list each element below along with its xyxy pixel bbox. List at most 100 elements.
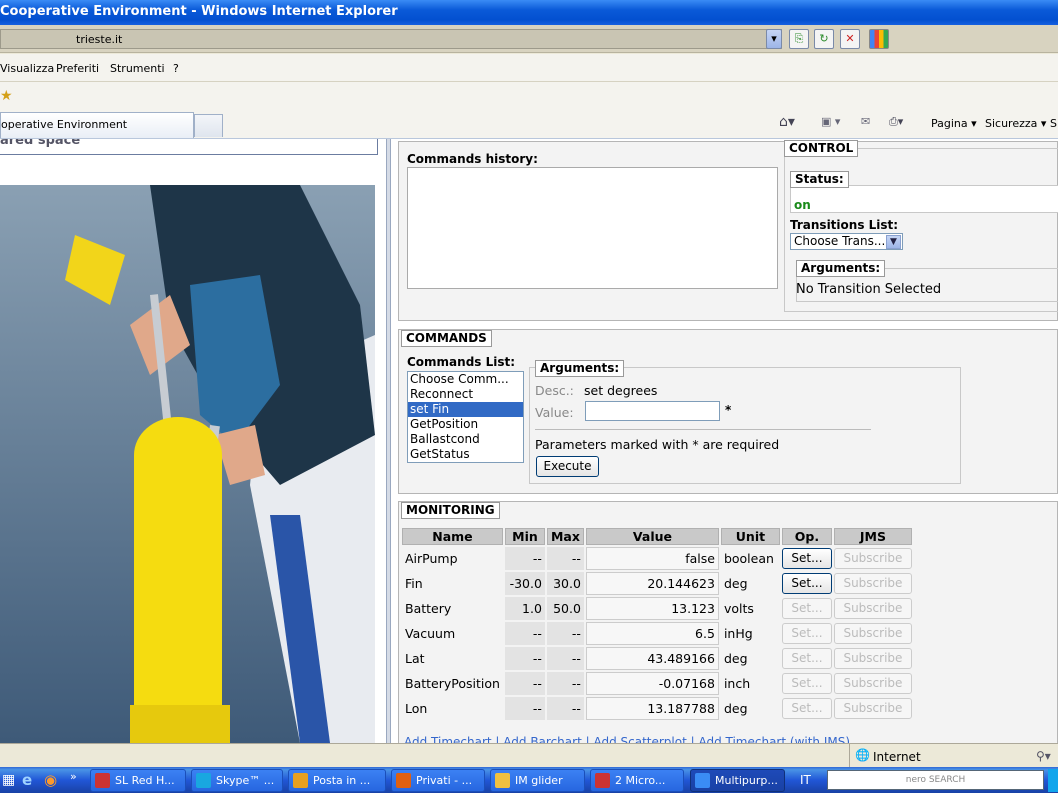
commands-history-box[interactable] xyxy=(407,167,778,289)
subscribe-button[interactable]: Subscribe xyxy=(833,673,912,694)
set-button[interactable]: Set... xyxy=(781,598,832,619)
subscribe-button[interactable]: Subscribe xyxy=(833,623,912,644)
value-input[interactable] xyxy=(585,401,720,421)
quicklaunch-ie-icon[interactable]: e xyxy=(22,771,32,789)
google-search-icon[interactable] xyxy=(869,29,889,49)
print-icon[interactable]: ⎙▾ xyxy=(889,115,903,129)
taskbar-item-label: Multipurp... xyxy=(715,774,778,787)
new-tab-button[interactable] xyxy=(194,114,223,137)
command-option[interactable]: GetPosition xyxy=(408,417,523,432)
taskbar-app-icon xyxy=(196,773,211,788)
compatibility-icon[interactable]: ⎘ xyxy=(789,29,809,49)
internet-zone-icon: 🌐 xyxy=(855,748,870,762)
subscribe-button[interactable]: Subscribe xyxy=(833,598,912,619)
taskbar-item[interactable]: Posta in ... xyxy=(288,769,386,792)
status-bar: 🌐 Internet ⚲▾ xyxy=(0,743,1058,768)
subscribe-button[interactable]: Subscribe xyxy=(833,573,912,594)
row-unit: deg xyxy=(723,701,748,716)
row-name: Lon xyxy=(405,701,428,716)
menu-visualizza[interactable]: Visualizza xyxy=(0,62,54,75)
command-option[interactable]: GetStatus xyxy=(408,447,523,462)
quicklaunch-more-icon[interactable]: » xyxy=(70,770,77,783)
vertical-splitter[interactable] xyxy=(386,139,391,743)
taskbar-item[interactable]: Privati - ... xyxy=(391,769,485,792)
command-option[interactable]: Choose Comm... xyxy=(408,372,523,387)
top-panel: Commands history: CONTROL Status: on Tra… xyxy=(398,140,1058,321)
internet-zone-label: Internet xyxy=(873,750,921,764)
set-button[interactable]: Set... xyxy=(781,648,832,669)
address-dropdown-icon[interactable]: ▾ xyxy=(766,29,782,49)
system-tray xyxy=(1048,769,1058,792)
set-button[interactable]: Set... xyxy=(781,673,832,694)
monitoring-row-lon: Lon -- -- 13.187788 deg Set... Subscribe xyxy=(402,697,912,720)
zoom-icon[interactable]: ⚲▾ xyxy=(1036,749,1051,763)
language-indicator[interactable]: IT xyxy=(800,773,811,787)
quicklaunch-desktop-icon[interactable]: ▦ xyxy=(2,772,15,788)
address-bar: trieste.it ▾ ⎘ ↻ ✕ xyxy=(0,25,1058,53)
refresh-icon[interactable]: ↻ xyxy=(814,29,834,49)
command-option[interactable]: Ballastcond xyxy=(408,432,523,447)
mail-icon[interactable]: ✉ xyxy=(861,115,870,128)
command-option-selected[interactable]: set Fin xyxy=(408,402,523,417)
set-button[interactable]: Set... xyxy=(781,573,832,594)
commands-list[interactable]: Choose Comm... Reconnect set Fin GetPosi… xyxy=(407,371,524,463)
row-name: BatteryPosition xyxy=(405,676,500,691)
security-menu[interactable]: Sicurezza ▾ xyxy=(985,117,1046,130)
monitoring-legend: MONITORING xyxy=(401,502,500,519)
menu-preferiti[interactable]: Preferiti xyxy=(56,62,99,75)
taskbar-item[interactable]: SL Red H... xyxy=(90,769,186,792)
set-button[interactable]: Set... xyxy=(781,548,832,569)
row-jms-cell: Subscribe xyxy=(833,697,912,720)
taskbar-item[interactable]: Multipurp... xyxy=(690,769,785,792)
home-icon[interactable]: ⌂▾ xyxy=(779,114,795,130)
window-title: Cooperative Environment - Windows Intern… xyxy=(0,0,1058,25)
row-op-cell: Set... xyxy=(781,622,832,645)
row-name: Lat xyxy=(405,651,425,666)
set-button[interactable]: Set... xyxy=(781,698,832,719)
subscribe-button[interactable]: Subscribe xyxy=(833,648,912,669)
security-menu-label: Sicurezza xyxy=(985,117,1038,130)
taskbar-app-icon xyxy=(495,773,510,788)
shared-space-header: ared space xyxy=(0,139,378,155)
row-value: 13.123 xyxy=(585,597,719,620)
commands-legend: COMMANDS xyxy=(401,330,492,347)
required-note: Parameters marked with * are required xyxy=(535,437,780,452)
command-option[interactable]: Reconnect xyxy=(408,387,523,402)
stop-icon[interactable]: ✕ xyxy=(840,29,860,49)
address-field[interactable]: trieste.it xyxy=(0,29,782,49)
taskbar-item-label: Privati - ... xyxy=(416,774,473,787)
row-value: 13.187788 xyxy=(585,697,719,720)
tab-cooperative-environment[interactable]: operative Environment xyxy=(0,112,194,138)
more-menu[interactable]: S xyxy=(1050,117,1057,130)
commands-list-label: Commands List: xyxy=(407,355,516,369)
favorites-star-icon[interactable]: ★ xyxy=(0,88,13,104)
taskbar-item[interactable]: IM glider xyxy=(490,769,585,792)
page-menu[interactable]: Pagina ▾ xyxy=(931,117,977,130)
nero-search-box[interactable]: nero SEARCH xyxy=(827,770,1044,790)
row-unit: deg xyxy=(723,576,748,591)
set-button[interactable]: Set... xyxy=(781,623,832,644)
desc-label: Desc.: xyxy=(535,383,574,398)
status-divider xyxy=(849,744,850,768)
command-arguments-legend: Arguments: xyxy=(535,360,625,377)
menu-help[interactable]: ? xyxy=(173,62,179,75)
row-value: false xyxy=(585,547,719,570)
taskbar-item[interactable]: Skype™ ... xyxy=(191,769,283,792)
control-arguments-legend: Arguments: xyxy=(796,260,886,277)
row-min: 1.0 xyxy=(504,597,545,620)
row-unit: boolean xyxy=(723,551,774,566)
row-jms-cell: Subscribe xyxy=(833,597,912,620)
feeds-icon[interactable]: ▣ ▾ xyxy=(821,115,840,128)
col-name: Name xyxy=(402,528,503,545)
subscribe-button[interactable]: Subscribe xyxy=(833,698,912,719)
taskbar-item-label: SL Red H... xyxy=(115,774,175,787)
taskbar-item[interactable]: 2 Micro... xyxy=(590,769,684,792)
execute-button[interactable]: Execute xyxy=(536,456,599,477)
taskbar-item-label: 2 Micro... xyxy=(615,774,666,787)
quicklaunch-firefox-icon[interactable]: ◉ xyxy=(44,771,57,789)
row-op-cell: Set... xyxy=(781,547,832,570)
menu-strumenti[interactable]: Strumenti xyxy=(110,62,165,75)
transitions-select[interactable]: Choose Trans... ▼ xyxy=(790,233,903,250)
subscribe-button[interactable]: Subscribe xyxy=(833,548,912,569)
chart-links[interactable]: Add Timechart | Add Barchart | Add Scatt… xyxy=(404,735,850,743)
